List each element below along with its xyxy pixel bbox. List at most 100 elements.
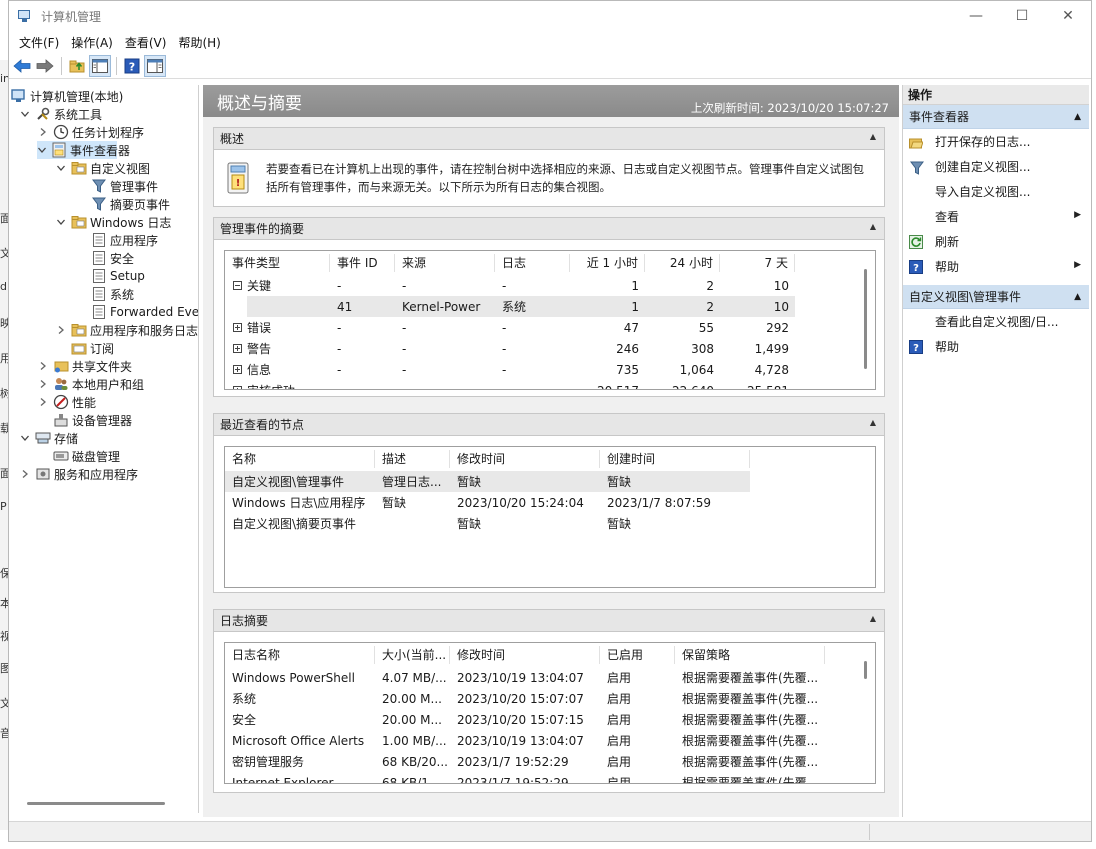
close-button[interactable]: ✕ <box>1045 1 1091 31</box>
log-summary-row[interactable]: 密钥管理服务 68 KB/20... 2023/1/7 19:52:29 启用 根据需要… <box>225 751 875 772</box>
tree-item-computer-management[interactable]: 计算机管理(本地) <box>11 87 123 105</box>
column-header[interactable]: 近 1 小时 <box>570 254 645 272</box>
menu-action[interactable]: 操作(A) <box>65 34 119 51</box>
tree-item-subscriptions[interactable]: 订阅 <box>55 339 114 357</box>
column-header[interactable]: 创建时间 <box>600 450 750 468</box>
log-summary-row[interactable]: 安全 20.00 M... 2023/10/20 15:07:15 启用 根据需要覆盖事… <box>225 709 875 730</box>
admin-event-row[interactable]: 错误 - - - 47 55 292 <box>225 317 875 338</box>
tree-item-setup[interactable]: Setup <box>75 267 145 285</box>
admin-event-row[interactable]: 信息 - - - 735 1,064 4,728 <box>225 359 875 380</box>
column-header[interactable]: 事件类型 <box>225 254 330 272</box>
vertical-scrollbar[interactable] <box>864 661 867 679</box>
action-group1-4[interactable]: 刷新 <box>903 229 1089 254</box>
admin-event-row[interactable]: 41 Kernel-Power 系统 1 2 10 <box>225 296 875 317</box>
title-bar[interactable]: 计算机管理 — ☐ ✕ <box>9 1 1091 31</box>
tree-item-app-service-logs[interactable]: 应用程序和服务日志 <box>55 321 198 339</box>
collapse-icon[interactable]: ▲ <box>870 418 876 427</box>
recent-nodes-header[interactable]: 最近查看的节点 ▲ <box>214 414 884 436</box>
column-header[interactable]: 修改时间 <box>450 646 600 664</box>
column-header[interactable]: 大小(当前... <box>375 646 450 664</box>
show-hide-console-tree-button[interactable] <box>89 54 111 77</box>
expand-icon[interactable] <box>233 323 242 332</box>
tree-item-custom-views[interactable]: 自定义视图 <box>55 159 150 177</box>
action-group1-3[interactable]: 查看 ▶ <box>903 204 1089 229</box>
tree-item-windows-logs[interactable]: Windows 日志 <box>55 213 171 231</box>
admin-event-row[interactable]: 审核成功 - - - 20,517 22,640 25,581 <box>225 380 875 389</box>
column-header[interactable]: 事件 ID <box>330 254 395 272</box>
collapse-icon[interactable]: ▲ <box>870 132 876 141</box>
expand-chevron-icon[interactable] <box>37 378 49 390</box>
collapse-chevron-icon[interactable] <box>19 432 31 444</box>
overview-section-header[interactable]: 概述 ▲ <box>214 128 884 150</box>
tree-item-storage[interactable]: 存储 <box>19 429 78 447</box>
column-header[interactable]: 保留策略 <box>675 646 825 664</box>
action-group1-2[interactable]: 导入自定义视图... <box>903 179 1089 204</box>
recent-node-row[interactable]: Windows 日志\应用程序 暂缺 2023/10/20 15:24:04 2023… <box>225 492 875 513</box>
tree-item-event-viewer[interactable]: 事件查看器 <box>37 141 130 159</box>
tree-item-disk-management[interactable]: 磁盘管理 <box>37 447 120 465</box>
action-group1-0[interactable]: 打开保存的日志... <box>903 129 1089 154</box>
tree-item-application[interactable]: 应用程序 <box>75 231 158 249</box>
column-header[interactable]: 24 小时 <box>645 254 720 272</box>
tree-item-performance[interactable]: 性能 <box>37 393 96 411</box>
forward-button[interactable] <box>34 55 56 77</box>
minimize-button[interactable]: — <box>953 1 999 31</box>
tree-item-services-applications[interactable]: 服务和应用程序 <box>19 465 138 483</box>
horizontal-scrollbar[interactable] <box>27 802 165 805</box>
log-summary-header[interactable]: 日志摘要 ▲ <box>214 610 884 632</box>
column-header[interactable]: 描述 <box>375 450 450 468</box>
column-header[interactable]: 修改时间 <box>450 450 600 468</box>
expand-chevron-icon[interactable] <box>37 360 49 372</box>
actions-group-admin-events[interactable]: 自定义视图\管理事件 ▲ <box>903 285 1089 309</box>
admin-event-row[interactable]: 警告 - - - 246 308 1,499 <box>225 338 875 359</box>
tree-item-task-scheduler[interactable]: 任务计划程序 <box>37 123 144 141</box>
column-header[interactable]: 7 天 <box>720 254 795 272</box>
column-header[interactable]: 日志 <box>495 254 570 272</box>
column-header[interactable]: 已启用 <box>600 646 675 664</box>
tree-item-system-tools[interactable]: 系统工具 <box>19 105 102 123</box>
log-summary-row[interactable]: Microsoft Office Alerts 1.00 MB/... 2023/1… <box>225 730 875 751</box>
collapse-icon[interactable]: ▲ <box>1074 285 1081 309</box>
collapse-chevron-icon[interactable] <box>19 108 31 120</box>
menu-file[interactable]: 文件(F) <box>13 34 65 51</box>
expand-icon[interactable] <box>233 365 242 374</box>
column-header[interactable]: 名称 <box>225 450 375 468</box>
recent-node-row[interactable]: 自定义视图\摘要页事件 暂缺 暂缺 <box>225 513 875 534</box>
tree-item-device-manager[interactable]: 设备管理器 <box>37 411 132 429</box>
log-summary-row[interactable]: Windows PowerShell 4.07 MB/... 2023/10/19 … <box>225 667 875 688</box>
vertical-scrollbar[interactable] <box>864 269 867 369</box>
column-header[interactable]: 来源 <box>395 254 495 272</box>
expand-chevron-icon[interactable] <box>19 468 31 480</box>
tree-item-shared-folders[interactable]: 共享文件夹 <box>37 357 132 375</box>
help-button[interactable]: ? <box>121 55 143 77</box>
tree-item-security[interactable]: 安全 <box>75 249 134 267</box>
actions-group-event-viewer[interactable]: 事件查看器 ▲ <box>903 105 1089 129</box>
collapse-chevron-icon[interactable] <box>55 162 67 174</box>
tree-item-local-users-groups[interactable]: 本地用户和组 <box>37 375 144 393</box>
column-header[interactable]: 日志名称 <box>225 646 375 664</box>
tree-item-system[interactable]: 系统 <box>75 285 134 303</box>
expand-chevron-icon[interactable] <box>37 396 49 408</box>
log-summary-row[interactable]: 系统 20.00 M... 2023/10/20 15:07:07 启用 根据需要覆盖事… <box>225 688 875 709</box>
collapse-icon[interactable]: ▲ <box>870 614 876 623</box>
action-group2-1[interactable]: ? 帮助 <box>903 334 1089 359</box>
menu-help[interactable]: 帮助(H) <box>172 34 226 51</box>
tree-item-summary-events[interactable]: 摘要页事件 <box>75 195 170 213</box>
expand-icon[interactable] <box>233 344 242 353</box>
show-hide-action-pane-button[interactable] <box>144 54 166 77</box>
tree-item-forwarded-events[interactable]: Forwarded Eve <box>75 303 198 321</box>
action-group1-5[interactable]: ? 帮助 ▶ <box>903 254 1089 279</box>
menu-view[interactable]: 查看(V) <box>119 34 173 51</box>
maximize-button[interactable]: ☐ <box>999 1 1045 31</box>
collapse-chevron-icon[interactable] <box>55 216 67 228</box>
up-level-button[interactable] <box>66 55 88 77</box>
admin-event-row[interactable]: 关键 - - - 1 2 10 <box>225 275 875 296</box>
collapse-icon[interactable]: ▲ <box>870 222 876 231</box>
tree-item-admin-events[interactable]: 管理事件 <box>75 177 158 195</box>
collapse-icon[interactable] <box>233 281 242 290</box>
admin-events-summary-header[interactable]: 管理事件的摘要 ▲ <box>214 218 884 240</box>
expand-chevron-icon[interactable] <box>37 126 49 138</box>
back-button[interactable] <box>11 55 33 77</box>
expand-chevron-icon[interactable] <box>55 324 67 336</box>
action-group2-0[interactable]: 查看此自定义视图/日... <box>903 309 1089 334</box>
